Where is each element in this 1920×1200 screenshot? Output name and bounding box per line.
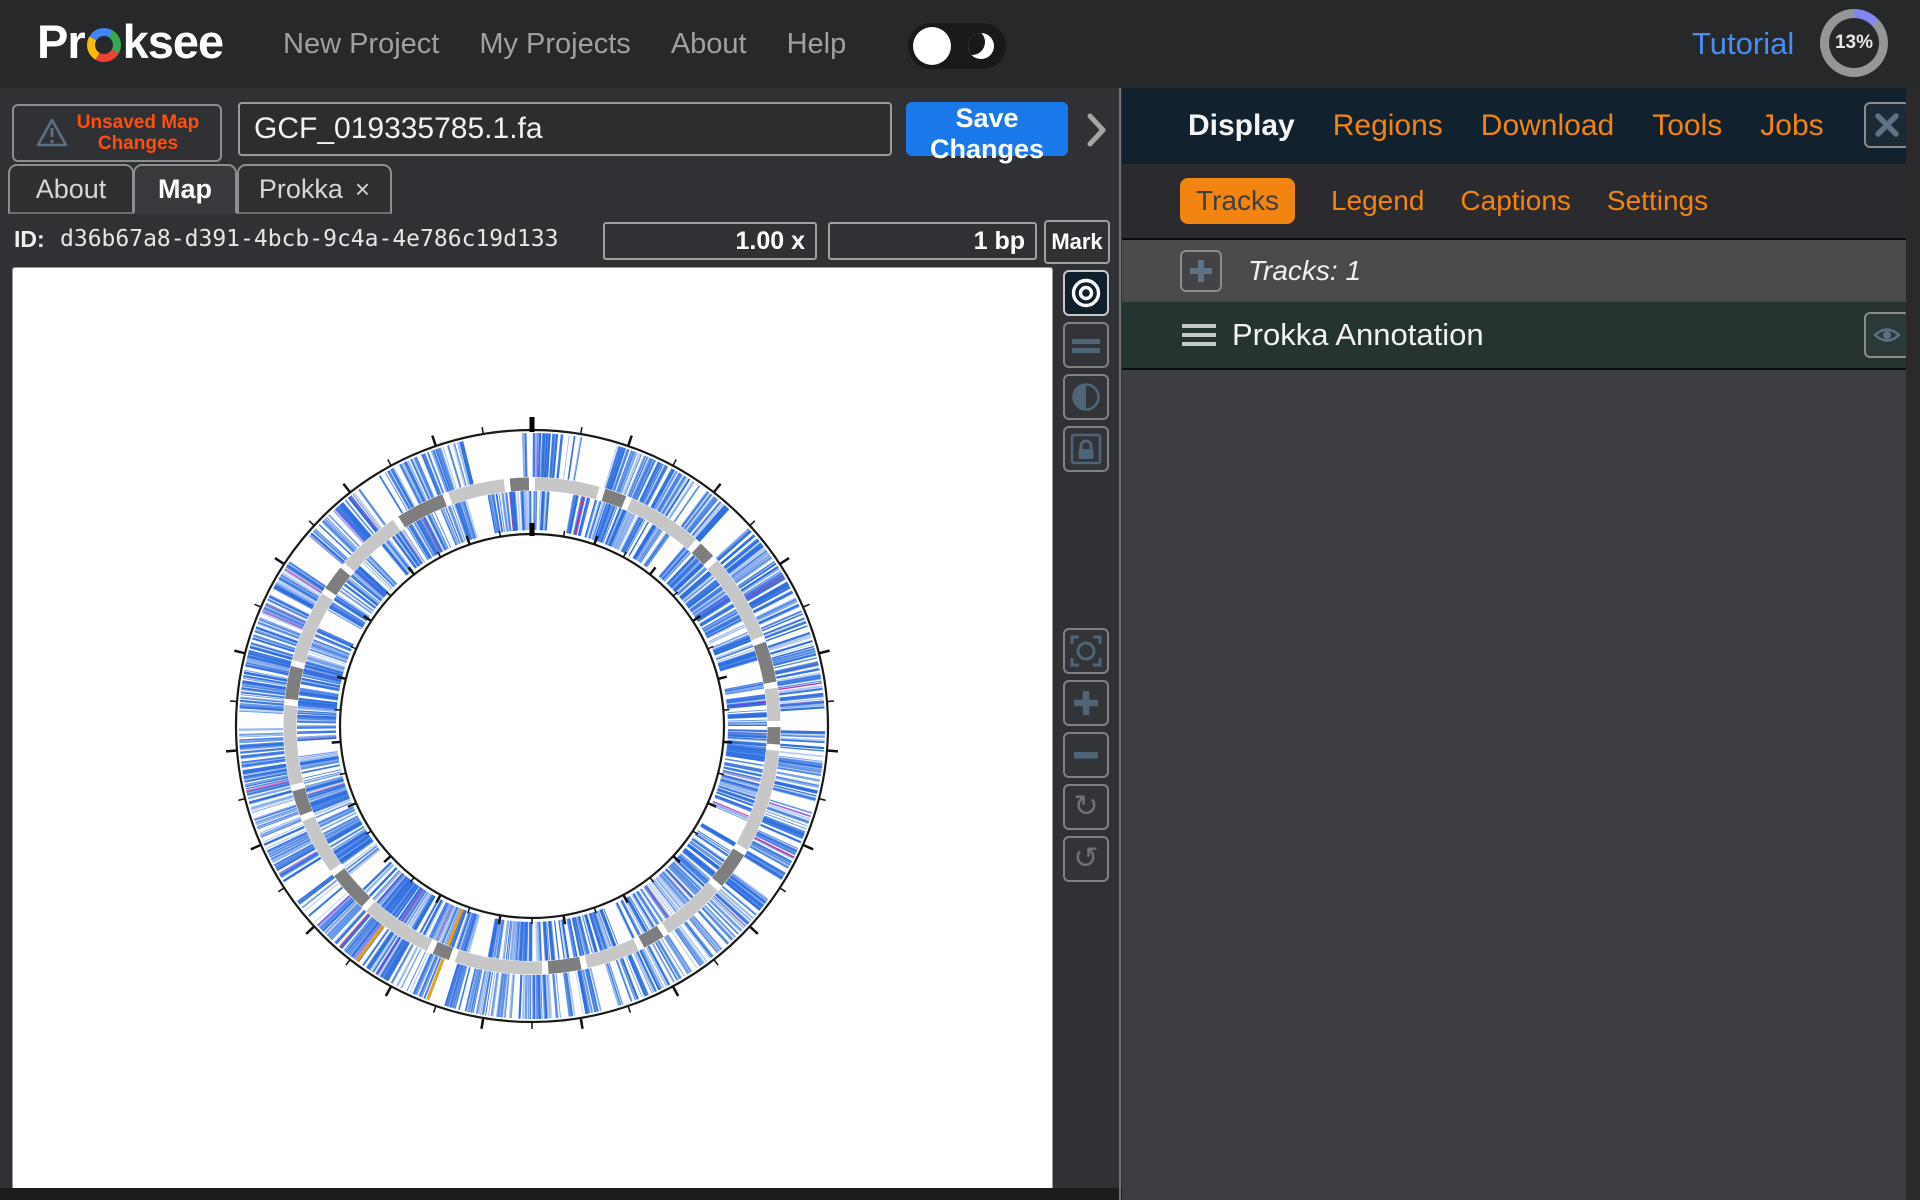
- redo-button[interactable]: ↻: [1063, 784, 1109, 830]
- logo-color-ring-icon: [87, 28, 121, 62]
- lock-map-button[interactable]: [1063, 426, 1109, 472]
- panel-divider[interactable]: [1119, 88, 1121, 1200]
- mark-button[interactable]: Mark: [1044, 220, 1110, 264]
- invert-colors-button[interactable]: [1063, 374, 1109, 420]
- plus-icon: [1187, 257, 1215, 285]
- map-name-input[interactable]: [238, 102, 892, 156]
- panel-tab-tools[interactable]: Tools: [1652, 109, 1722, 143]
- redo-icon: ↻: [1073, 792, 1098, 822]
- warning-triangle-icon: [35, 117, 69, 149]
- tab-map[interactable]: Map: [133, 164, 237, 214]
- map-id-label: ID:: [14, 226, 45, 253]
- subtab-settings[interactable]: Settings: [1607, 185, 1708, 217]
- subtab-legend[interactable]: Legend: [1331, 185, 1424, 217]
- close-panel-button[interactable]: [1864, 102, 1910, 148]
- undo-icon: ↺: [1073, 844, 1098, 874]
- plus-icon: [1069, 686, 1103, 720]
- panel-tab-download[interactable]: Download: [1481, 109, 1614, 143]
- map-id-value: d36b67a8-d391-4bcb-9c4a-4e786c19d133: [60, 226, 559, 252]
- unsaved-changes-label: Unsaved Map Changes: [77, 112, 199, 155]
- logo-text-pre: Pr: [37, 14, 85, 69]
- side-panel: Display Regions Download Tools Jobs Trac…: [1122, 88, 1920, 1200]
- nav-my-projects[interactable]: My Projects: [479, 28, 630, 61]
- tracks-header-row: Tracks: 1: [1122, 240, 1920, 304]
- progress-percent: 13%: [1835, 32, 1873, 54]
- linear-map-icon: [1069, 328, 1103, 362]
- zoom-level-box[interactable]: 1.00 x: [603, 222, 817, 260]
- linear-view-button[interactable]: [1063, 322, 1109, 368]
- progress-ring[interactable]: 13%: [1820, 9, 1888, 77]
- navbar: Pr ksee New Project My Projects About He…: [0, 0, 1920, 88]
- genome-map-svg[interactable]: [13, 268, 1052, 1189]
- panel-tab-display[interactable]: Display: [1188, 109, 1295, 143]
- fit-view-icon: [1068, 633, 1104, 669]
- nav-links: New Project My Projects About Help: [283, 0, 846, 88]
- contrast-icon: [1069, 380, 1103, 414]
- light-mode-icon: [913, 27, 951, 65]
- minus-icon: [1069, 738, 1103, 772]
- circular-map-icon: [1069, 276, 1103, 310]
- close-x-icon: [1873, 111, 1901, 139]
- panel-tab-jobs[interactable]: Jobs: [1760, 109, 1823, 143]
- track-name: Prokka Annotation: [1232, 317, 1484, 353]
- drag-handle-icon[interactable]: [1182, 324, 1216, 346]
- status-row: ID: d36b67a8-d391-4bcb-9c4a-4e786c19d133…: [0, 218, 1122, 264]
- zoom-out-button[interactable]: [1063, 732, 1109, 778]
- subtab-captions[interactable]: Captions: [1460, 185, 1571, 217]
- lock-icon: [1068, 431, 1104, 467]
- add-track-button[interactable]: [1180, 250, 1222, 292]
- chevron-right-icon: [1086, 112, 1108, 148]
- display-subtabs: Tracks Legend Captions Settings: [1122, 164, 1920, 240]
- genome-map-canvas[interactable]: [12, 267, 1053, 1190]
- tutorial-link[interactable]: Tutorial: [1692, 26, 1794, 62]
- collapse-panel-chevron[interactable]: [1086, 112, 1108, 153]
- track-visibility-button[interactable]: [1864, 312, 1910, 358]
- close-tab-icon[interactable]: ×: [355, 176, 370, 202]
- save-changes-button[interactable]: Save Changes: [906, 102, 1068, 156]
- eye-icon: [1871, 319, 1903, 351]
- panel-tab-regions[interactable]: Regions: [1333, 109, 1443, 143]
- nav-help[interactable]: Help: [787, 28, 847, 61]
- fit-to-view-button[interactable]: [1063, 628, 1109, 674]
- proksee-logo[interactable]: Pr ksee: [37, 14, 223, 69]
- scrollbar-track[interactable]: [1906, 88, 1920, 1200]
- logo-text-post: ksee: [123, 14, 224, 69]
- tracks-count-label: Tracks: 1: [1248, 255, 1361, 287]
- zoom-in-button[interactable]: [1063, 680, 1109, 726]
- tab-prokka[interactable]: Prokka ×: [237, 164, 392, 214]
- side-panel-header: Display Regions Download Tools Jobs: [1122, 88, 1920, 164]
- nav-about[interactable]: About: [671, 28, 747, 61]
- tab-about[interactable]: About: [8, 164, 134, 214]
- track-item-prokka-annotation[interactable]: Prokka Annotation: [1122, 302, 1920, 370]
- theme-toggle[interactable]: [908, 23, 1006, 69]
- dark-mode-moon-icon: [968, 33, 994, 59]
- circular-view-button[interactable]: [1063, 270, 1109, 316]
- window-bottom-edge: [0, 1188, 1122, 1200]
- subtab-tracks[interactable]: Tracks: [1180, 178, 1295, 224]
- bp-position-box[interactable]: 1 bp: [828, 222, 1037, 260]
- nav-new-project[interactable]: New Project: [283, 28, 439, 61]
- map-workspace: Unsaved Map Changes Save Changes About M…: [0, 88, 1122, 1200]
- undo-button[interactable]: ↺: [1063, 836, 1109, 882]
- unsaved-changes-button[interactable]: Unsaved Map Changes: [12, 104, 222, 162]
